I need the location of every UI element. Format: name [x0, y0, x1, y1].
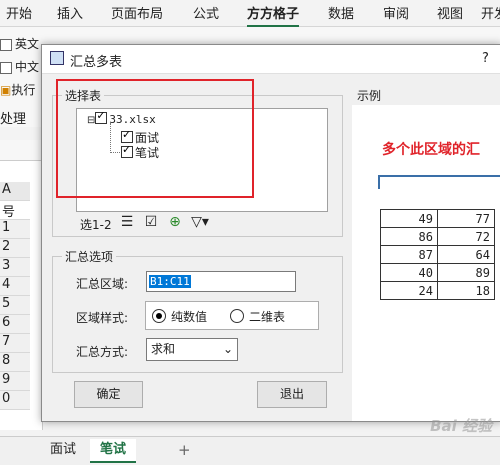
- row-number[interactable]: 3: [0, 258, 30, 277]
- ribbon-item-label: 中文: [15, 60, 40, 74]
- tab-page-layout[interactable]: 页面布局: [111, 3, 163, 22]
- table-row: 40 89: [380, 263, 495, 282]
- checkbox-icon: [0, 38, 12, 51]
- example-label: 示例: [354, 87, 385, 104]
- example-table: 49 77 86 72 87 64 40 89 24 18: [380, 209, 495, 300]
- watermark: Bai 经验: [430, 417, 492, 435]
- ribbon-item-english[interactable]: 英文: [0, 35, 39, 52]
- highlight-frame: [56, 79, 254, 198]
- radio-numeric[interactable]: 纯数值: [152, 308, 207, 325]
- sheet-tab-bar: 面试 笔试 +: [0, 436, 500, 465]
- add-sheet-icon[interactable]: +: [168, 439, 201, 461]
- table-cell: 87: [380, 245, 438, 264]
- add-file-icon[interactable]: ⊕: [166, 213, 184, 231]
- tab-insert[interactable]: 插入: [57, 3, 83, 22]
- summary-options-label: 汇总选项: [62, 248, 117, 265]
- row-number[interactable]: 7: [0, 334, 30, 353]
- summary-area-label: 汇总区域:: [76, 277, 129, 291]
- exit-button[interactable]: 退出: [257, 381, 327, 408]
- table-cell: 86: [380, 227, 438, 246]
- radio-2d-table[interactable]: 二维表: [230, 308, 285, 325]
- formula-bar-fragment: [0, 140, 42, 161]
- sheet-tab-written[interactable]: 笔试: [90, 439, 137, 463]
- ribbon-item-chinese[interactable]: 中文: [0, 58, 39, 75]
- column-header[interactable]: A: [0, 182, 30, 201]
- table-cell: 89: [437, 263, 495, 282]
- area-style-box: 纯数值 二维表: [145, 301, 319, 330]
- sheet-tab-interview[interactable]: 面试: [40, 439, 86, 461]
- radio-icon[interactable]: [152, 309, 166, 323]
- tab-data[interactable]: 数据: [328, 3, 354, 22]
- table-row: 86 72: [380, 227, 495, 246]
- tab-review[interactable]: 审阅: [383, 3, 409, 22]
- radio-icon[interactable]: [230, 309, 244, 323]
- app-icon: [50, 51, 64, 65]
- table-cell: 72: [437, 227, 495, 246]
- row-number[interactable]: 1: [0, 220, 30, 239]
- tab-home[interactable]: 开始: [6, 3, 32, 22]
- radio-label: 二维表: [249, 310, 286, 324]
- summarize-sheets-dialog: 汇总多表 ? 选择表 ⊟33.xlsx 面试 笔试 选1-2 ☰ ☑ ⊕ ▽▾ …: [41, 44, 500, 422]
- table-cell: 24: [380, 281, 438, 300]
- tab-developer[interactable]: 开发: [481, 3, 500, 22]
- summary-area-value: B1:C11: [149, 275, 191, 288]
- header-cell[interactable]: 号: [0, 201, 30, 220]
- ribbon-item-execute[interactable]: ▣执行: [0, 81, 35, 98]
- selection-count: 选1-2: [80, 218, 112, 232]
- tab-formulas[interactable]: 公式: [193, 3, 219, 22]
- area-style-label: 区域样式:: [76, 311, 129, 325]
- ribbon-group-label: 处理: [0, 112, 27, 127]
- radio-label: 纯数值: [171, 310, 208, 324]
- filter-icon[interactable]: ▽▾: [188, 213, 212, 231]
- row-number[interactable]: 8: [0, 353, 30, 372]
- table-row: 49 77: [380, 209, 495, 228]
- chevron-down-icon: ⌄: [222, 342, 233, 356]
- list-icon[interactable]: ☰: [118, 213, 136, 231]
- dialog-title: 汇总多表: [70, 55, 123, 70]
- row-number[interactable]: 4: [0, 277, 30, 296]
- method-select[interactable]: 求和 ⌄: [146, 338, 238, 361]
- row-number[interactable]: 2: [0, 239, 30, 258]
- table-cell: 49: [380, 209, 438, 228]
- tab-view[interactable]: 视图: [437, 3, 463, 22]
- ok-button[interactable]: 确定: [74, 381, 143, 408]
- checkbox-icon: [0, 61, 12, 74]
- row-number[interactable]: 0: [0, 391, 30, 410]
- summary-area-input[interactable]: B1:C11: [146, 271, 296, 292]
- table-cell: 77: [437, 209, 495, 228]
- table-cell: 18: [437, 281, 495, 300]
- execute-icon: ▣: [0, 83, 12, 97]
- table-row: 24 18: [380, 281, 495, 300]
- ribbon-item-label: 执行: [11, 83, 36, 97]
- row-number[interactable]: 6: [0, 315, 30, 334]
- table-row: 87 64: [380, 245, 495, 264]
- help-button[interactable]: ?: [482, 51, 489, 66]
- dialog-titlebar: 汇总多表 ?: [42, 45, 500, 74]
- tab-fangfang-gezi[interactable]: 方方格子: [247, 3, 300, 27]
- sheet-grid: A 号 1 2 3 4 5 6 7 8 9 0: [0, 140, 43, 430]
- example-preview: 多个此区域的汇 49 77 86 72 87 64 40 89 24 18: [352, 105, 500, 421]
- check-all-icon[interactable]: ☑: [142, 213, 160, 231]
- ribbon-tab-bar: 开始 插入 页面布局 公式 方方格子 数据 审阅 视图 开发: [0, 0, 500, 27]
- row-number[interactable]: 9: [0, 372, 30, 391]
- bracket-icon: [378, 175, 500, 189]
- method-value: 求和: [151, 342, 176, 356]
- row-number[interactable]: 5: [0, 296, 30, 315]
- method-label: 汇总方式:: [76, 345, 129, 359]
- table-cell: 64: [437, 245, 495, 264]
- ribbon-item-label: 英文: [15, 37, 40, 51]
- table-cell: 40: [380, 263, 438, 282]
- example-caption: 多个此区域的汇: [382, 142, 480, 158]
